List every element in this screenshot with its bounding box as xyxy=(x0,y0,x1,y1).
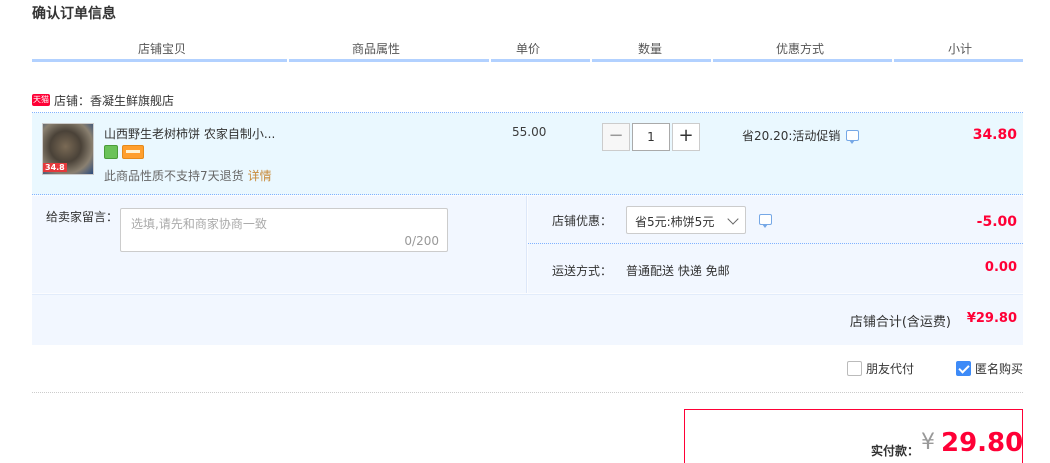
chevron-down-icon xyxy=(727,213,739,225)
message-char-count: 0/200 xyxy=(404,234,439,248)
payment-label: 实付款： xyxy=(871,444,920,458)
credit-card-icon[interactable] xyxy=(122,145,144,159)
shop-total-label: 店铺合计(含运费) xyxy=(849,315,951,330)
divider xyxy=(32,392,1023,393)
shop-discount-select[interactable]: 省5元:柿饼5元 xyxy=(626,206,746,234)
anonymous-checkbox[interactable] xyxy=(956,361,971,376)
chat-icon[interactable] xyxy=(846,130,860,144)
promo-text: 省20.20:活动促销 xyxy=(742,129,841,143)
unit-price: 55.00 xyxy=(512,125,547,139)
item-row: 34.8 山西野生老树柿饼 农家自制小... 此商品性质不支持7天退货 详情 55… xyxy=(32,113,1023,195)
payment-amount: 29.80 xyxy=(941,428,1024,458)
message-label: 给卖家留言： xyxy=(46,210,119,224)
col-header-subtotal: 小计 xyxy=(947,42,972,56)
page-title: 确认订单信息 xyxy=(32,6,116,22)
col-header-qty: 数量 xyxy=(637,42,662,56)
shop-row: 天猫 店铺：香凝生鲜旗舰店 xyxy=(32,90,174,110)
shop-total-row: 店铺合计(含运费) ¥29.80 xyxy=(32,294,1023,345)
promo-info: 省20.20:活动促销 xyxy=(742,127,860,144)
no-return-text: 此商品性质不支持7天退货 xyxy=(104,169,244,183)
friend-pay-option[interactable]: 朋友代付 xyxy=(847,360,914,377)
shop-discount-selected: 省5元:柿饼5元 xyxy=(635,215,715,229)
qty-minus-button[interactable]: − xyxy=(602,123,630,151)
detail-link[interactable]: 详情 xyxy=(248,169,272,183)
col-header-item: 店铺宝贝 xyxy=(137,42,186,56)
discount-shipping-area: 店铺优惠： 省5元:柿饼5元 -5.00 运送方式： 普通配送 快递 免邮 0.… xyxy=(528,196,1023,293)
payment-currency: ¥ xyxy=(921,430,935,455)
shop-name[interactable]: 店铺：香凝生鲜旗舰店 xyxy=(54,92,174,109)
friend-pay-checkbox[interactable] xyxy=(847,361,862,376)
shop-discount-value: -5.00 xyxy=(976,214,1017,230)
no-return-notice: 此商品性质不支持7天退货 详情 xyxy=(104,167,272,184)
thumb-price-badge: 34.8 xyxy=(43,163,67,172)
qty-input[interactable]: 1 xyxy=(632,123,670,151)
tmall-icon: 天猫 xyxy=(32,94,50,106)
shop-discount-label: 店铺优惠： xyxy=(552,214,613,228)
item-subtotal: 34.80 xyxy=(972,127,1017,143)
shop-total-value: ¥29.80 xyxy=(966,311,1017,326)
friend-pay-label: 朋友代付 xyxy=(866,362,915,376)
shop-discount-row: 店铺优惠： 省5元:柿饼5元 -5.00 xyxy=(528,196,1023,244)
table-header: 店铺宝贝 商品属性 单价 数量 优惠方式 小计 xyxy=(32,38,1023,62)
shipping-label: 运送方式： xyxy=(552,264,613,278)
product-title[interactable]: 山西野生老树柿饼 农家自制小... xyxy=(104,125,275,142)
col-header-price: 单价 xyxy=(515,42,540,56)
col-header-attr: 商品属性 xyxy=(351,42,400,56)
shipping-method: 普通配送 快递 免邮 xyxy=(626,264,730,278)
chat-icon[interactable] xyxy=(759,214,772,228)
qty-plus-button[interactable]: + xyxy=(672,123,700,151)
col-header-promo: 优惠方式 xyxy=(775,42,824,56)
payment-box: 实付款： ¥ 29.80 xyxy=(684,409,1023,463)
message-textarea[interactable]: 选填,请先和商家协商一致 0/200 xyxy=(120,208,448,252)
order-box: 34.8 山西野生老树柿饼 农家自制小... 此商品性质不支持7天退货 详情 55… xyxy=(32,112,1023,345)
shipping-fee: 0.00 xyxy=(984,260,1017,275)
anonymous-option[interactable]: 匿名购买 xyxy=(956,360,1023,377)
product-thumbnail[interactable]: 34.8 xyxy=(42,123,94,175)
message-area: 给卖家留言： 选填,请先和商家协商一致 0/200 xyxy=(32,196,527,293)
anonymous-label: 匿名购买 xyxy=(975,362,1024,376)
quantity-stepper: − 1 + xyxy=(602,123,700,151)
service-icons xyxy=(104,145,144,159)
message-placeholder: 选填,请先和商家协商一致 xyxy=(131,217,267,231)
guarantee-icon[interactable] xyxy=(104,145,118,159)
